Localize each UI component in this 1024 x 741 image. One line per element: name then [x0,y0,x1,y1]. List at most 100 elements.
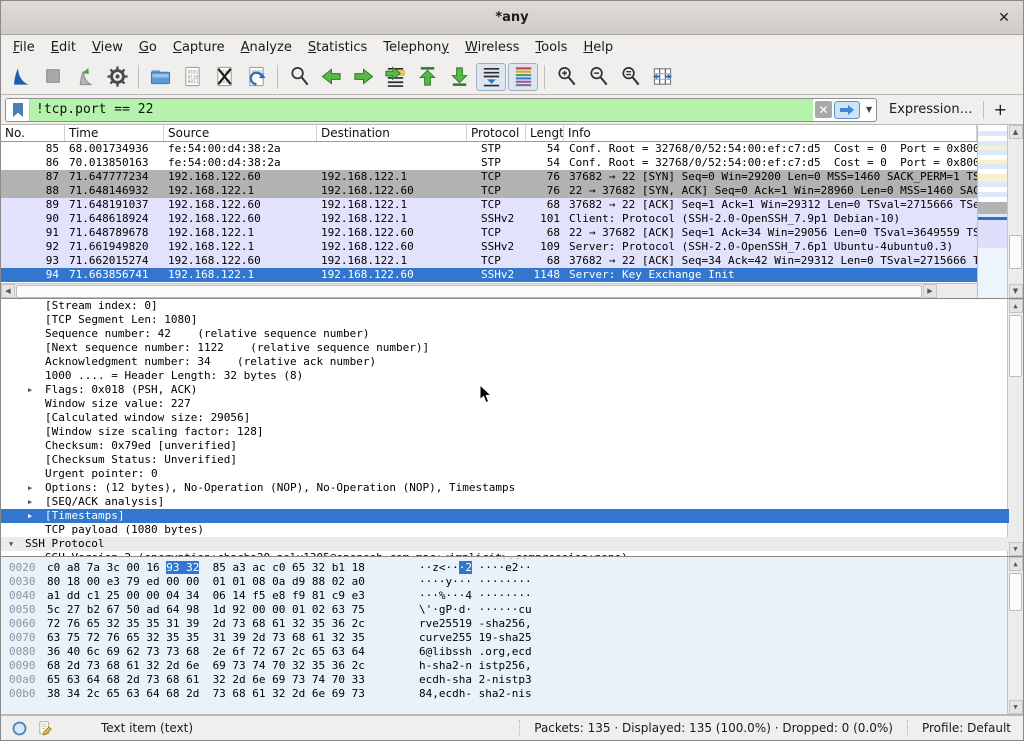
vscroll-thumb[interactable] [1009,235,1022,269]
menu-wireless[interactable]: Wireless [457,38,527,57]
scroll-left-icon[interactable]: ◀ [1,284,15,298]
detail-line[interactable]: [Calculated window size: 29056] [1,411,1023,425]
zoom-out-icon[interactable] [583,63,613,91]
hex-row[interactable]: 006072 76 65 32 35 35 31 39 2d 73 68 61 … [1,617,1023,631]
restart-capture-icon[interactable] [70,63,100,91]
packet-row[interactable]: 8771.647777234192.168.122.60192.168.122.… [1,170,977,184]
column-header-info[interactable]: Info [564,125,977,141]
stop-capture-icon[interactable] [38,63,68,91]
scroll-up-icon[interactable]: ▲ [1009,557,1023,571]
add-filter-button[interactable]: + [984,100,1017,119]
packet-row[interactable]: 8670.013850163fe:54:00:d4:38:2aSTP54Conf… [1,156,977,170]
packet-list-minimap[interactable] [977,125,1007,298]
bytes-vscrollbar[interactable]: ▲ ▼ [1007,557,1023,714]
scroll-up-icon[interactable]: ▲ [1009,125,1023,139]
packet-row[interactable]: 9471.663856741192.168.122.1192.168.122.6… [1,268,977,282]
expander-closed-icon[interactable]: ▶ [28,481,32,495]
detail-line[interactable]: Acknowledgment number: 34 (relative ack … [1,355,1023,369]
hex-row[interactable]: 0020c0 a8 7a 3c 00 16 93 32 85 a3 ac c0 … [1,561,1023,575]
detail-line[interactable]: TCP payload (1080 bytes) [1,523,1023,537]
detail-line[interactable]: ▶[SEQ/ACK analysis] [1,495,1023,509]
resize-columns-icon[interactable] [647,63,677,91]
hscroll-thumb[interactable] [16,285,922,298]
start-capture-icon[interactable] [6,63,36,91]
zoom-100-icon[interactable] [615,63,645,91]
colorize-packets-icon[interactable] [508,63,538,91]
zoom-in-icon[interactable] [551,63,581,91]
find-packet-icon[interactable] [284,63,314,91]
menu-analyze[interactable]: Analyze [233,38,300,57]
expander-open-icon[interactable]: ▼ [9,537,13,551]
hex-row[interactable]: 00505c 27 b2 67 50 ad 64 98 1d 92 00 00 … [1,603,1023,617]
column-header-source[interactable]: Source [164,125,317,141]
profile-status[interactable]: Profile: Default [907,720,1015,737]
column-header-time[interactable]: Time [65,125,164,141]
column-header-length[interactable]: Length [526,125,564,141]
menu-statistics[interactable]: Statistics [300,38,375,57]
detail-line[interactable]: ▶Flags: 0x018 (PSH, ACK) [1,383,1023,397]
packet-row[interactable]: 8568.001734936fe:54:00:d4:38:2aSTP54Conf… [1,142,977,156]
filter-bookmark-icon[interactable] [6,99,30,121]
hex-row[interactable]: 00b038 34 2c 65 63 64 68 2d 73 68 61 32 … [1,687,1023,701]
menu-telephony[interactable]: Telephony [375,38,457,57]
detail-line[interactable]: ▶Options: (12 bytes), No-Operation (NOP)… [1,481,1023,495]
menu-capture[interactable]: Capture [165,38,233,57]
menu-file[interactable]: File [5,38,43,57]
detail-line[interactable]: [Window size scaling factor: 128] [1,425,1023,439]
bytes-vscroll-thumb[interactable] [1009,573,1022,611]
packet-row[interactable]: 9371.662015274192.168.122.60192.168.122.… [1,254,977,268]
hex-row[interactable]: 007063 75 72 76 65 32 35 35 31 39 2d 73 … [1,631,1023,645]
close-window-button[interactable]: ✕ [995,9,1013,27]
menu-help[interactable]: Help [575,38,621,57]
go-forward-icon[interactable] [348,63,378,91]
packet-row[interactable]: 8971.648191037192.168.122.60192.168.122.… [1,198,977,212]
packet-list-vscrollbar[interactable]: ▲ ▼ [1007,125,1023,298]
detail-line[interactable]: ▶[Timestamps] [1,509,1009,523]
display-filter-input[interactable] [30,99,813,121]
detail-line[interactable]: Urgent pointer: 0 [1,467,1023,481]
detail-line[interactable]: ▼SSH Protocol [1,537,1009,551]
detail-line[interactable]: [Next sequence number: 1122 (relative se… [1,341,1023,355]
scroll-right-icon[interactable]: ▶ [923,284,937,298]
clear-filter-icon[interactable]: ✕ [815,101,832,118]
capture-options-icon[interactable] [102,63,132,91]
detail-line[interactable]: [TCP Segment Len: 1080] [1,313,1023,327]
save-file-icon[interactable]: 010101100011 [177,63,207,91]
packet-row[interactable]: 9071.648618924192.168.122.60192.168.122.… [1,212,977,226]
packet-row[interactable]: 8871.648146932192.168.122.1192.168.122.6… [1,184,977,198]
expander-closed-icon[interactable]: ▶ [28,495,32,509]
packet-row[interactable]: 9171.648789678192.168.122.1192.168.122.6… [1,226,977,240]
menu-view[interactable]: View [84,38,131,57]
expander-closed-icon[interactable]: ▶ [28,383,32,397]
menu-edit[interactable]: Edit [43,38,84,57]
go-to-packet-icon[interactable] [380,63,410,91]
column-header-destination[interactable]: Destination [317,125,467,141]
menu-tools[interactable]: Tools [527,38,575,57]
detail-line[interactable]: [Checksum Status: Unverified] [1,453,1023,467]
packet-row[interactable]: 9271.661949820192.168.122.1192.168.122.6… [1,240,977,254]
column-header-protocol[interactable]: Protocol [467,125,526,141]
packet-list-hscrollbar[interactable]: ◀ ▶ [1,283,977,298]
hex-row[interactable]: 0040a1 dd c1 25 00 00 04 34 06 14 f5 e8 … [1,589,1023,603]
expert-info-icon[interactable] [9,718,29,738]
reload-file-icon[interactable]: 0101 [241,63,271,91]
go-last-packet-icon[interactable] [444,63,474,91]
go-back-icon[interactable] [316,63,346,91]
filter-history-dropdown-icon[interactable]: ▼ [862,105,876,114]
detail-line[interactable]: 1000 .... = Header Length: 32 bytes (8) [1,369,1023,383]
scroll-down-icon[interactable]: ▼ [1009,700,1023,714]
scroll-down-icon[interactable]: ▼ [1009,284,1023,298]
close-file-icon[interactable]: 01010011 [209,63,239,91]
detail-line[interactable]: Window size value: 227 [1,397,1023,411]
column-header-no[interactable]: No. [1,125,65,141]
packet-list-header[interactable]: No.TimeSourceDestinationProtocolLengthIn… [1,125,977,142]
detail-line[interactable]: Sequence number: 42 (relative sequence n… [1,327,1023,341]
hex-row[interactable]: 00a065 63 64 68 2d 73 68 61 32 2d 6e 69 … [1,673,1023,687]
expression-button[interactable]: Expression… [877,102,983,117]
expander-closed-icon[interactable]: ▶ [28,509,32,523]
apply-filter-icon[interactable] [834,101,860,119]
hex-row[interactable]: 009068 2d 73 68 61 32 2d 6e 69 73 74 70 … [1,659,1023,673]
menu-go[interactable]: Go [131,38,165,57]
detail-line[interactable]: [Stream index: 0] [1,299,1023,313]
auto-scroll-icon[interactable] [476,63,506,91]
